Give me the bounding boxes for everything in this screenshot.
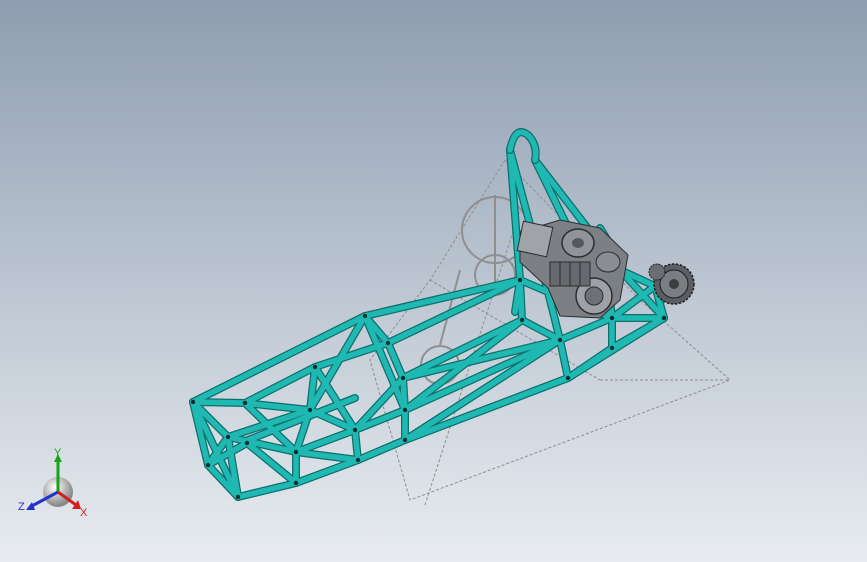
frame-node xyxy=(517,277,523,283)
frame-node xyxy=(565,375,571,381)
frame-node xyxy=(557,337,563,343)
frame-node xyxy=(362,313,368,319)
frame-node xyxy=(307,407,313,413)
engine-assembly[interactable] xyxy=(516,219,629,319)
frame-tube[interactable] xyxy=(557,337,571,381)
graphics-viewport[interactable]: Y Z X xyxy=(0,0,867,562)
frame-tube[interactable] xyxy=(235,480,299,500)
frame-node xyxy=(400,375,406,381)
frame-tube[interactable] xyxy=(352,427,361,463)
frame-node xyxy=(205,462,211,468)
frame-tube[interactable] xyxy=(362,277,523,319)
frame-node xyxy=(355,457,361,463)
orientation-triad[interactable]: Y Z X xyxy=(16,448,96,528)
frame-node xyxy=(235,494,241,500)
frame-node xyxy=(244,440,250,446)
frame-node xyxy=(519,317,525,323)
frame-node xyxy=(293,480,299,486)
frame-node xyxy=(352,427,358,433)
frame-tube[interactable] xyxy=(293,457,361,486)
frame-node xyxy=(609,315,615,321)
x-axis-label: X xyxy=(80,507,88,519)
frame-node xyxy=(661,315,667,321)
chassis-frame[interactable] xyxy=(189,146,668,501)
frame-tube[interactable] xyxy=(557,315,615,343)
z-axis-label: Z xyxy=(18,501,25,513)
frame-node xyxy=(242,400,248,406)
frame-node xyxy=(190,399,196,405)
frame-node xyxy=(402,407,408,413)
frame-node xyxy=(609,345,615,351)
frame-node xyxy=(385,340,391,346)
frame-node xyxy=(293,449,299,455)
frame-tube[interactable] xyxy=(190,399,248,406)
frame-node xyxy=(312,364,318,370)
frame-node xyxy=(225,434,231,440)
y-axis-label: Y xyxy=(54,448,62,459)
chassis-model-view[interactable] xyxy=(0,0,867,562)
frame-node xyxy=(402,437,408,443)
